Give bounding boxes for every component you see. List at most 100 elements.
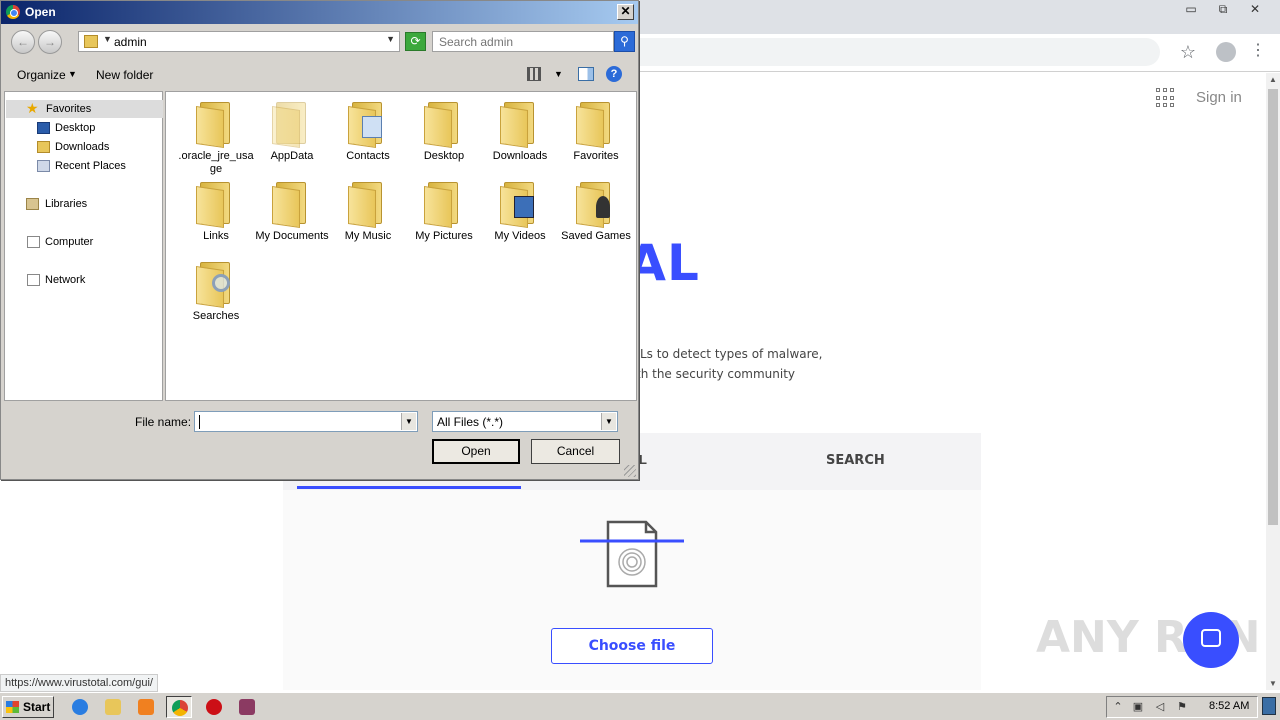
nav-item-favorites[interactable]: ★ Favorites bbox=[6, 100, 163, 118]
user-folder-icon bbox=[84, 35, 98, 48]
nav-item-label: Network bbox=[45, 274, 86, 286]
taskbar-chrome[interactable] bbox=[166, 696, 192, 718]
organize-dropdown-icon[interactable]: ▼ bbox=[68, 69, 77, 79]
file-name: My Music bbox=[344, 230, 392, 242]
file-type-select[interactable]: All Files (*.*) bbox=[432, 411, 618, 432]
windows-logo-icon bbox=[6, 701, 19, 713]
refresh-button[interactable]: ⟳ bbox=[405, 32, 426, 51]
file-type-dropdown-icon[interactable]: ▼ bbox=[601, 413, 616, 430]
file-item[interactable]: Searches bbox=[178, 260, 254, 323]
back-button[interactable]: ← bbox=[11, 30, 35, 54]
volume-icon[interactable]: ◁ bbox=[1153, 700, 1167, 714]
taskbar-ie[interactable] bbox=[67, 696, 93, 718]
media-player-icon bbox=[138, 699, 154, 715]
chrome-menu-icon[interactable]: ⋮ bbox=[1250, 40, 1266, 60]
action-center-flag-icon[interactable]: ⚑ bbox=[1175, 700, 1189, 714]
nav-item-network[interactable]: Network bbox=[5, 271, 162, 289]
scroll-up-icon[interactable]: ▲ bbox=[1269, 75, 1277, 84]
file-item[interactable]: Saved Games bbox=[558, 180, 634, 243]
file-item[interactable]: My Documents bbox=[254, 180, 330, 243]
file-name-label: File name: bbox=[135, 415, 192, 429]
tagline-line-1: Ls to detect types of malware, bbox=[640, 347, 823, 361]
views-dropdown-icon[interactable]: ▼ bbox=[554, 69, 563, 79]
file-item[interactable]: Links bbox=[178, 180, 254, 243]
search-input[interactable] bbox=[432, 31, 614, 52]
preview-pane-icon[interactable] bbox=[578, 67, 594, 81]
file-list: .oracle_jre_usage AppData Contacts Deskt… bbox=[165, 91, 637, 401]
open-button[interactable]: Open bbox=[432, 439, 520, 464]
file-item[interactable]: AppData bbox=[254, 100, 330, 163]
tray-expand-icon[interactable]: ⌃ bbox=[1111, 700, 1125, 714]
profile-avatar-icon[interactable] bbox=[1216, 42, 1236, 62]
network-icon bbox=[27, 274, 40, 286]
start-button[interactable]: Start bbox=[2, 696, 54, 718]
dialog-title-bar[interactable]: Open ✕ bbox=[1, 1, 638, 24]
file-item[interactable]: My Videos bbox=[482, 180, 558, 243]
file-name: Searches bbox=[192, 310, 240, 322]
file-item[interactable]: Desktop bbox=[406, 100, 482, 163]
file-name: Links bbox=[203, 230, 229, 242]
scroll-thumb[interactable] bbox=[1268, 89, 1278, 525]
taskbar-opera[interactable] bbox=[201, 696, 227, 718]
page-scrollbar[interactable]: ▲ ▼ bbox=[1266, 73, 1280, 690]
organize-button[interactable]: Organize bbox=[17, 68, 66, 82]
file-name: My Documents bbox=[255, 230, 329, 242]
scroll-down-icon[interactable]: ▼ bbox=[1269, 679, 1277, 688]
file-item[interactable]: Contacts bbox=[330, 100, 406, 163]
nav-item-computer[interactable]: Computer bbox=[5, 233, 162, 251]
breadcrumb-arrow-icon[interactable]: ▼ bbox=[103, 34, 112, 44]
views-icon[interactable] bbox=[527, 67, 541, 81]
nav-item-recent-places[interactable]: Recent Places bbox=[5, 157, 162, 175]
show-desktop-button[interactable] bbox=[1262, 697, 1276, 715]
music-folder-icon bbox=[348, 180, 388, 228]
nav-item-downloads[interactable]: Downloads bbox=[5, 138, 162, 156]
dialog-close-button[interactable]: ✕ bbox=[617, 4, 634, 20]
taskbar-explorer[interactable] bbox=[100, 696, 126, 718]
address-dropdown-icon[interactable]: ▼ bbox=[386, 34, 395, 44]
minimize-button[interactable]: ▭ bbox=[1178, 0, 1204, 18]
resize-grip[interactable] bbox=[624, 465, 636, 477]
nav-item-label: Libraries bbox=[45, 198, 88, 210]
desktop-icon bbox=[37, 122, 50, 134]
choose-file-button[interactable]: Choose file bbox=[551, 628, 713, 664]
chat-button[interactable] bbox=[1183, 612, 1239, 668]
tab-search[interactable]: SEARCH bbox=[826, 453, 885, 468]
taskbar-winrar[interactable] bbox=[234, 696, 260, 718]
chrome-icon bbox=[172, 700, 188, 716]
winrar-icon bbox=[239, 699, 255, 715]
star-icon: ★ bbox=[26, 100, 39, 116]
close-window-button[interactable]: ✕ bbox=[1242, 0, 1268, 18]
forward-button[interactable]: → bbox=[38, 30, 62, 54]
nav-item-desktop[interactable]: Desktop bbox=[5, 119, 162, 137]
bookmark-star-icon[interactable]: ☆ bbox=[1180, 42, 1196, 63]
nav-item-label: Computer bbox=[45, 236, 94, 248]
file-item[interactable]: .oracle_jre_usage bbox=[178, 100, 254, 176]
maximize-button[interactable]: ⧉ bbox=[1210, 0, 1236, 18]
file-item[interactable]: Downloads bbox=[482, 100, 558, 163]
help-icon[interactable]: ? bbox=[606, 66, 622, 82]
saved-games-folder-icon bbox=[576, 180, 616, 228]
file-item[interactable]: My Music bbox=[330, 180, 406, 243]
breadcrumb[interactable]: admin bbox=[114, 35, 147, 49]
taskbar-media-player[interactable] bbox=[133, 696, 159, 718]
folder-icon bbox=[576, 100, 616, 148]
file-name-dropdown-icon[interactable]: ▼ bbox=[401, 413, 416, 430]
file-item[interactable]: Favorites bbox=[558, 100, 634, 163]
network-tray-icon[interactable]: ▣ bbox=[1131, 700, 1145, 714]
new-folder-button[interactable]: New folder bbox=[96, 68, 153, 82]
address-bar[interactable]: ▼ admin ▼ bbox=[78, 31, 400, 52]
clock[interactable]: 8:52 AM bbox=[1209, 700, 1249, 712]
command-bar: Organize ▼ New folder ▼ ? bbox=[4, 61, 636, 89]
file-name-input[interactable] bbox=[194, 411, 418, 432]
dialog-title: Open bbox=[25, 5, 56, 19]
apps-grid-icon[interactable] bbox=[1156, 88, 1176, 108]
nav-item-libraries[interactable]: Libraries bbox=[5, 195, 162, 213]
nav-item-label: Desktop bbox=[55, 122, 96, 134]
sign-in-link[interactable]: Sign in bbox=[1196, 89, 1242, 106]
search-icon[interactable]: ⚲ bbox=[614, 31, 635, 52]
tab-url[interactable]: L bbox=[639, 452, 647, 467]
file-item[interactable]: My Pictures bbox=[406, 180, 482, 243]
folder-icon bbox=[196, 180, 236, 228]
file-name: Desktop bbox=[423, 150, 465, 162]
cancel-button[interactable]: Cancel bbox=[531, 439, 620, 464]
